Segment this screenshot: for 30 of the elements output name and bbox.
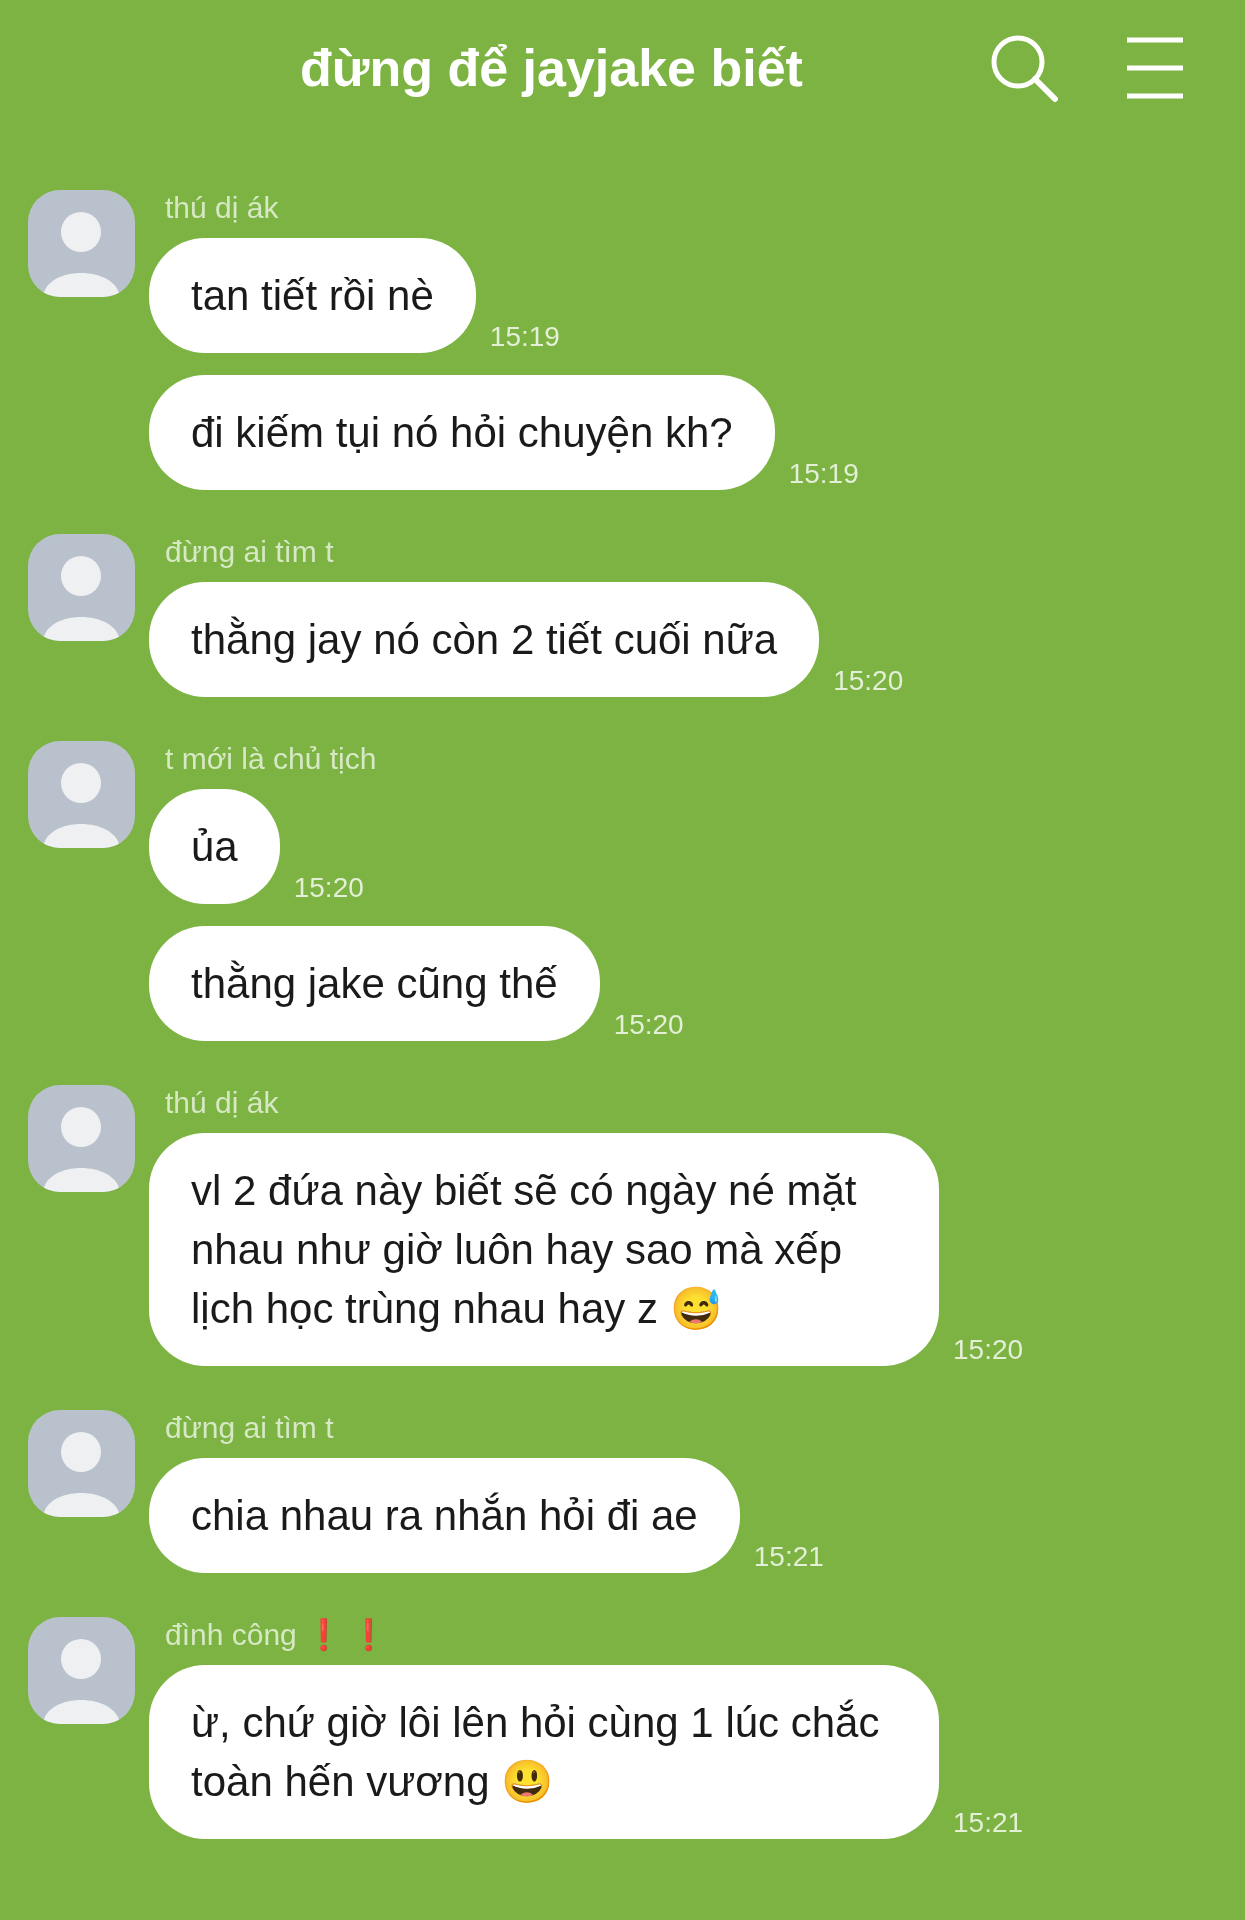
message-bubble: ừ, chứ giờ lôi lên hỏi cùng 1 lúc chắc toàn hến vương 😃 [149, 1665, 939, 1839]
sender-name: thú dị ák [165, 190, 280, 226]
sender-name: đừng ai tìm t [165, 534, 335, 570]
message-bubble: thằng jay nó còn 2 tiết cuối nữa [149, 582, 820, 697]
message-bubble: chia nhau ra nhắn hỏi đi ae [149, 1458, 740, 1573]
message-time: 15:20 [613, 1008, 684, 1042]
sender-name: t mới là chủ tịch [165, 741, 378, 777]
message-bubble: ủa [149, 789, 280, 904]
sender-name: đình công ❗ ❗ [165, 1617, 389, 1653]
message-time: 15:19 [489, 320, 560, 354]
message-time: 15:19 [788, 457, 859, 491]
message-bubble: đi kiếm tụi nó hỏi chuyện kh? [149, 375, 775, 490]
avatar[interactable] [28, 190, 135, 297]
avatar[interactable] [28, 1410, 135, 1517]
message-time: 15:20 [293, 871, 364, 905]
message-bubble: tan tiết rồi nè [149, 238, 476, 353]
message-bubble: thằng jake cũng thế [149, 926, 600, 1041]
avatar[interactable] [28, 741, 135, 848]
sender-name: đừng ai tìm t [165, 1410, 335, 1446]
sender-name: thú dị ák [165, 1085, 280, 1121]
message-time: 15:20 [953, 1333, 1024, 1367]
avatar[interactable] [28, 1617, 135, 1724]
avatar[interactable] [28, 534, 135, 641]
message-bubble: vl 2 đứa này biết sẽ có ngày né mặt nhau như giờ luôn hay sao mà xếp lịch học trùng nhau hay z 😅 [149, 1133, 939, 1366]
message-time: 15:21 [953, 1806, 1024, 1840]
message-time: 15:21 [753, 1540, 824, 1574]
message-time: 15:20 [833, 664, 904, 698]
avatar[interactable] [28, 1085, 135, 1192]
chat-title: đừng để jayjake biết [300, 37, 803, 99]
menu-icon[interactable] [1125, 35, 1185, 100]
